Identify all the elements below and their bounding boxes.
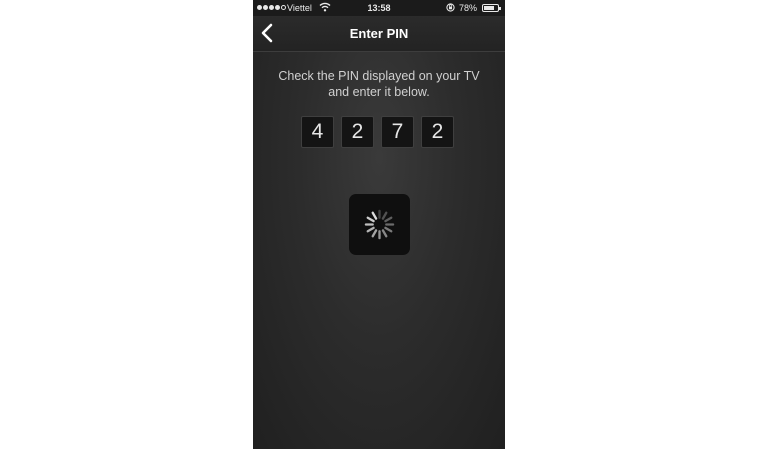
pin-digit-2: 2 bbox=[341, 116, 374, 148]
instructions-line-1: Check the PIN displayed on your TV bbox=[278, 69, 480, 83]
pin-instructions: Check the PIN displayed on your TV and e… bbox=[253, 68, 505, 100]
spinner-spoke bbox=[366, 226, 375, 233]
spinner-spoke bbox=[371, 211, 378, 220]
pin-digit-3: 7 bbox=[381, 116, 414, 148]
spinner-spoke bbox=[384, 226, 393, 233]
phone-screen: Viettel 13:58 78% Enter PIN Check the PI… bbox=[253, 0, 505, 449]
navigation-bar: Enter PIN bbox=[253, 16, 505, 52]
loading-spinner-icon bbox=[364, 209, 395, 240]
pin-digit-1: 4 bbox=[301, 116, 334, 148]
rotation-lock-icon bbox=[446, 3, 455, 12]
pin-display: 4 2 7 2 bbox=[301, 116, 454, 148]
spinner-spoke bbox=[366, 216, 375, 223]
status-bar: Viettel 13:58 78% bbox=[253, 0, 505, 16]
battery-icon bbox=[482, 4, 501, 12]
instructions-line-2: and enter it below. bbox=[328, 85, 430, 99]
page-title: Enter PIN bbox=[349, 26, 409, 41]
spinner-spoke bbox=[381, 211, 388, 220]
loading-indicator bbox=[349, 194, 410, 255]
spinner-spoke bbox=[384, 216, 393, 223]
battery-fill bbox=[484, 6, 494, 10]
spinner-spoke bbox=[371, 229, 378, 238]
spinner-spoke bbox=[381, 229, 388, 238]
battery-percent: 78% bbox=[459, 3, 478, 13]
pin-digit-4: 2 bbox=[421, 116, 454, 148]
